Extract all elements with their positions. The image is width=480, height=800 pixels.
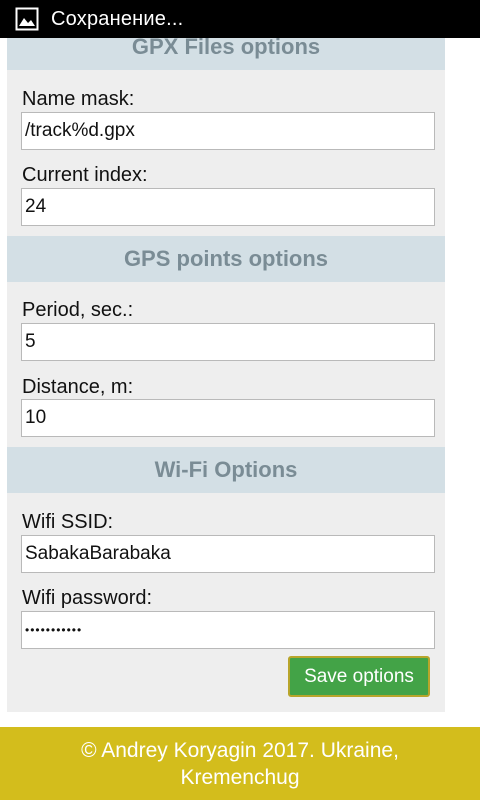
- image-icon: [15, 7, 39, 31]
- wifi-ssid-input[interactable]: [21, 535, 435, 573]
- section-header-wifi: Wi-Fi Options: [7, 447, 445, 493]
- wifi-password-input[interactable]: [21, 611, 435, 649]
- distance-label: Distance, m:: [22, 376, 134, 398]
- name-mask-label: Name mask:: [22, 88, 135, 110]
- footer-copyright: © Andrey Koryagin 2017. Ukraine, Kremenc…: [81, 738, 399, 789]
- period-input[interactable]: [21, 323, 435, 361]
- status-text: Сохранение...: [51, 7, 184, 30]
- period-label: Period, sec.:: [22, 299, 134, 321]
- wifi-ssid-label: Wifi SSID:: [22, 511, 114, 533]
- current-index-input[interactable]: [21, 188, 435, 226]
- name-mask-input[interactable]: [21, 112, 435, 150]
- status-bar: Сохранение...: [0, 0, 480, 38]
- wifi-password-label: Wifi password:: [22, 587, 153, 609]
- distance-input[interactable]: [21, 399, 435, 437]
- footer: © Andrey Koryagin 2017. Ukraine, Kremenc…: [0, 727, 480, 800]
- current-index-label: Current index:: [22, 164, 148, 186]
- save-options-button[interactable]: Save options: [288, 656, 430, 697]
- section-header-gps: GPS points options: [7, 236, 445, 282]
